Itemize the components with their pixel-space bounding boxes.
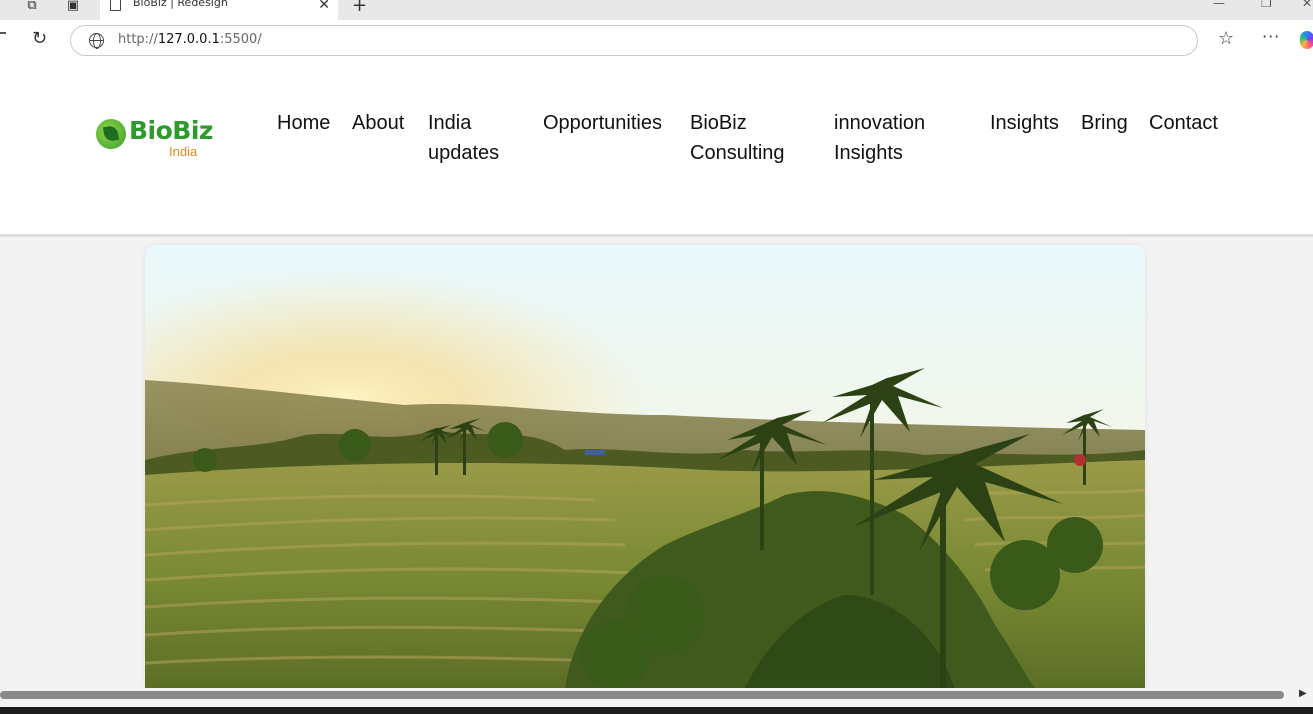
new-tab-icon[interactable]: + xyxy=(352,0,367,16)
site-header: BioBiz India Home About India updates Opp… xyxy=(0,61,1313,237)
copilot-icon[interactable] xyxy=(1300,31,1313,49)
scrollbar-thumb[interactable] xyxy=(0,691,1284,699)
hero-image xyxy=(145,245,1145,688)
logo[interactable]: BioBiz India xyxy=(96,116,213,160)
workspaces-icon[interactable]: ⧉ xyxy=(22,0,42,14)
back-icon[interactable] xyxy=(0,32,6,34)
nav-home[interactable]: Home xyxy=(277,108,330,138)
tab-title: BioBiz | Redesign xyxy=(133,0,228,9)
restore-icon[interactable]: ❐ xyxy=(1261,0,1272,10)
leaf-icon xyxy=(96,119,126,149)
page-icon xyxy=(110,0,121,11)
scroll-right-icon[interactable]: ▶ xyxy=(1299,688,1307,699)
nav-opportunities[interactable]: Opportunities xyxy=(543,108,662,138)
more-icon[interactable]: ··· xyxy=(1262,27,1280,46)
browser-tab[interactable]: BioBiz | Redesign ✕ xyxy=(100,0,338,20)
browser-toolbar: ↻ http://127.0.0.1:5500/ ☆ ··· xyxy=(0,20,1313,61)
nav-insights[interactable]: Insights xyxy=(990,108,1059,138)
rice-terrace-landscape xyxy=(145,245,1145,688)
close-window-icon[interactable]: ✕ xyxy=(1302,0,1312,10)
nav-biobiz-consulting[interactable]: BioBiz Consulting xyxy=(690,108,785,168)
minimize-icon[interactable]: — xyxy=(1213,0,1225,10)
url-text[interactable]: http://127.0.0.1:5500/ xyxy=(118,32,262,47)
horizontal-scrollbar[interactable]: ▶ xyxy=(0,688,1313,702)
logo-name: BioBiz xyxy=(129,116,213,145)
nav-about[interactable]: About xyxy=(352,108,404,138)
favorites-star-icon[interactable]: ☆ xyxy=(1218,28,1234,49)
reload-icon[interactable]: ↻ xyxy=(32,29,47,49)
nav-bring[interactable]: Bring xyxy=(1081,108,1128,138)
close-tab-icon[interactable]: ✕ xyxy=(318,0,330,13)
vertical-tabs-icon[interactable]: ▣ xyxy=(63,0,83,14)
nav-innovation-insights[interactable]: innovation Insights xyxy=(834,108,925,168)
globe-icon xyxy=(89,33,104,49)
address-bar[interactable]: http://127.0.0.1:5500/ xyxy=(70,25,1198,56)
nav-contact[interactable]: Contact xyxy=(1149,108,1218,138)
logo-subtitle: India xyxy=(169,144,198,159)
taskbar xyxy=(0,707,1313,714)
browser-tab-strip: ⧉ ▣ BioBiz | Redesign ✕ + — ❐ ✕ xyxy=(0,0,1313,20)
nav-india-updates[interactable]: India updates xyxy=(428,108,499,168)
